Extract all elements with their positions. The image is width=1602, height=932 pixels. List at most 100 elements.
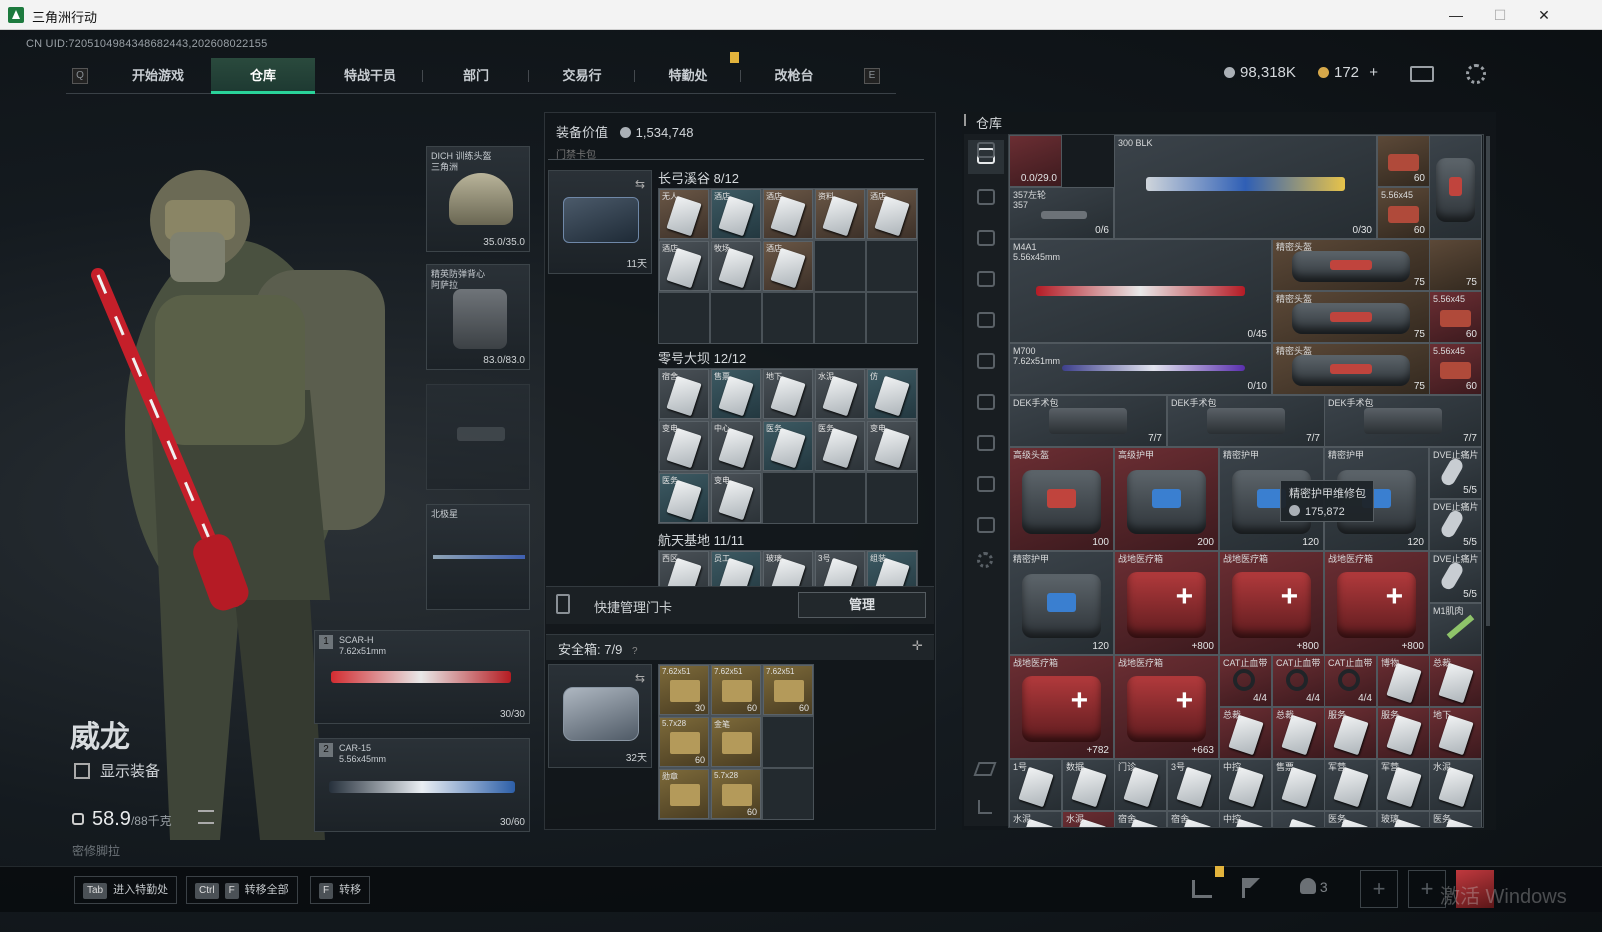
squad-count[interactable]: 3 bbox=[1300, 878, 1328, 895]
keycard-item[interactable]: 玻璃 bbox=[763, 551, 813, 586]
painkiller-item[interactable]: DVE止痛片 5/5 bbox=[1429, 499, 1482, 551]
keycard-item[interactable]: 医务 bbox=[763, 421, 813, 471]
tourniquet-item[interactable]: CAT止血带 4/4 bbox=[1324, 655, 1377, 707]
safe-item[interactable]: 5.7x28 60 bbox=[659, 717, 709, 767]
syringe-item[interactable]: M1肌肉 bbox=[1429, 603, 1482, 655]
keycard-item[interactable]: 门诊 bbox=[1114, 759, 1167, 811]
close-button[interactable]: ✕ bbox=[1522, 0, 1566, 30]
safe-item[interactable]: 7.62x51 30 bbox=[659, 665, 709, 715]
backpack-item[interactable] bbox=[1429, 135, 1482, 239]
melee-slot[interactable]: 北极星 bbox=[426, 504, 530, 610]
add-gold-button[interactable]: + bbox=[1369, 64, 1378, 81]
show-equipment-toggle[interactable]: 显示装备 bbox=[74, 760, 160, 781]
field-medkit[interactable]: 战地医疗箱 +800 bbox=[1324, 551, 1429, 655]
helmet-repair-kit[interactable]: 精密头盔 75 bbox=[1272, 343, 1430, 395]
nav-next-key[interactable]: E bbox=[864, 68, 880, 84]
hint-transfer-all[interactable]: Ctrl F 转移全部 bbox=[186, 876, 298, 904]
keycard-item[interactable]: 地下 bbox=[763, 369, 813, 419]
keycard-item[interactable]: 水泥 bbox=[1062, 811, 1115, 827]
keycard-item[interactable]: 酒店 bbox=[763, 189, 813, 239]
painkiller-item[interactable]: DVE止痛片 5/5 bbox=[1429, 447, 1482, 499]
tab-operators[interactable]: 特战干员 bbox=[318, 58, 422, 94]
help-icon[interactable]: ? bbox=[632, 646, 638, 657]
list-icon[interactable] bbox=[198, 810, 214, 824]
tourniquet-item[interactable]: CAT止血带 4/4 bbox=[1219, 655, 1272, 707]
warehouse-tab-9[interactable] bbox=[968, 468, 1004, 502]
warehouse-scrollbar[interactable] bbox=[1486, 136, 1490, 626]
keycard-item[interactable]: 酒店 bbox=[763, 241, 813, 291]
keycard-item[interactable]: 变电 bbox=[659, 421, 709, 471]
checkbox[interactable] bbox=[74, 763, 90, 779]
swap-icon[interactable]: ⇆ bbox=[635, 177, 645, 191]
safe-item[interactable]: 5.7x28 60 bbox=[711, 769, 761, 819]
safe-box-slot[interactable]: ⇆ 32天 bbox=[548, 664, 652, 768]
tab-start-game[interactable]: 开始游戏 bbox=[106, 58, 210, 94]
ammo-item[interactable]: 5.56x45 60 bbox=[1377, 187, 1430, 239]
ammo-item[interactable]: 5.56x45 60 bbox=[1429, 291, 1482, 343]
ammo-item[interactable]: 60 bbox=[1377, 135, 1430, 187]
armor-repair-kit[interactable]: 高级护甲 200 bbox=[1114, 447, 1219, 551]
keycard-item[interactable]: 宿舍 bbox=[1167, 811, 1220, 827]
safe-item[interactable]: 勋章 bbox=[659, 769, 709, 819]
keycard-item[interactable]: 服务 bbox=[1377, 707, 1430, 759]
warehouse-tab-2[interactable] bbox=[968, 181, 1004, 215]
primary-weapon-1-slot[interactable]: 1 SCAR-H 7.62x51mm 30/30 bbox=[314, 630, 530, 724]
keycard-item[interactable]: 售票 bbox=[1272, 759, 1325, 811]
warehouse-tab-7[interactable] bbox=[968, 386, 1004, 420]
keycard-item[interactable]: 中控 bbox=[1219, 811, 1272, 827]
keycard-item[interactable]: 牧场 bbox=[711, 241, 761, 291]
keycard-item[interactable]: 医务 bbox=[815, 421, 865, 471]
keycard-item[interactable]: 仿 bbox=[867, 369, 917, 419]
tab-warehouse[interactable]: 仓库 bbox=[211, 58, 315, 94]
keycard-item[interactable]: 3号 bbox=[1167, 759, 1220, 811]
ammo-item[interactable]: 5.56x45 60 bbox=[1429, 343, 1482, 395]
keycard-item[interactable] bbox=[1272, 811, 1325, 827]
keycard-item[interactable]: 军营 bbox=[1377, 759, 1430, 811]
keycard-item[interactable]: 3号 bbox=[815, 551, 865, 586]
keycard-item[interactable]: 变电 bbox=[867, 421, 917, 471]
flag-icon[interactable] bbox=[1242, 878, 1260, 898]
keycard-bag-slot[interactable]: ⇆ 11天 bbox=[548, 170, 652, 274]
keycard-item[interactable]: 数据 bbox=[1062, 759, 1115, 811]
keycard-item[interactable]: 宿舍 bbox=[659, 369, 709, 419]
keycard-item[interactable]: 玻璃 bbox=[1377, 811, 1430, 827]
tab-department[interactable]: 部门 bbox=[424, 58, 528, 94]
item-value-cell[interactable]: 75 bbox=[1429, 239, 1482, 291]
sort-icon[interactable] bbox=[978, 800, 992, 814]
field-medkit[interactable]: 战地医疗箱 +663 bbox=[1114, 655, 1219, 759]
keycard-item[interactable]: 西区 bbox=[659, 551, 709, 586]
pin-icon[interactable]: ✛ bbox=[912, 638, 923, 654]
keycard-item[interactable]: 水泥 bbox=[815, 369, 865, 419]
field-medkit[interactable]: 战地医疗箱 +800 bbox=[1114, 551, 1219, 655]
pistol-slot-empty[interactable] bbox=[426, 384, 530, 490]
collapsed-section-header[interactable]: 门禁卡包 bbox=[548, 146, 924, 161]
warehouse-tab-5[interactable] bbox=[968, 304, 1004, 338]
keycard-item[interactable]: 组装 bbox=[867, 551, 917, 586]
keycard-item[interactable]: 中控 bbox=[1219, 759, 1272, 811]
dek-surgery-kit[interactable]: DEK手术包 7/7 bbox=[1167, 395, 1325, 447]
keycard-item[interactable]: 军营 bbox=[1324, 759, 1377, 811]
keycard-item[interactable]: 售票 bbox=[711, 369, 761, 419]
keycard-item[interactable]: 员工 bbox=[711, 551, 761, 586]
m700-rifle[interactable]: M700 7.62x51mm 0/10 bbox=[1009, 343, 1272, 395]
helmet-repair-kit[interactable]: 精密头盔 75 bbox=[1272, 291, 1430, 343]
warehouse-tab-11[interactable] bbox=[968, 134, 1004, 168]
m4a1-rifle[interactable]: M4A1 5.56x45mm 0/45 bbox=[1009, 239, 1272, 343]
safe-item[interactable]: 7.62x51 60 bbox=[711, 665, 761, 715]
hint-transfer[interactable]: F 转移 bbox=[310, 876, 371, 904]
warehouse-tab-4[interactable] bbox=[968, 263, 1004, 297]
invite-slot-1[interactable]: + bbox=[1360, 870, 1398, 908]
keycard-item[interactable]: 总裁 bbox=[1429, 655, 1482, 707]
keycard-item[interactable]: 地下 bbox=[1429, 707, 1482, 759]
stats-chart-icon[interactable] bbox=[1192, 880, 1212, 898]
helmet-repair-kit[interactable]: 精密头盔 75 bbox=[1272, 239, 1430, 291]
keycard-item[interactable]: 无人 bbox=[659, 189, 709, 239]
manage-button[interactable]: 管理 bbox=[798, 592, 926, 618]
broken-item[interactable]: 0.0/29.0 bbox=[1009, 135, 1062, 187]
warehouse-tab-8[interactable] bbox=[968, 427, 1004, 461]
keycard-item[interactable]: 水泥 bbox=[1009, 811, 1062, 827]
keycard-item[interactable]: 变电 bbox=[711, 473, 761, 523]
keycard-item[interactable]: 总裁 bbox=[1272, 707, 1325, 759]
revolver-357[interactable]: 357左轮 357 0/6 bbox=[1009, 187, 1114, 239]
keycard-item[interactable]: 服务 bbox=[1324, 707, 1377, 759]
